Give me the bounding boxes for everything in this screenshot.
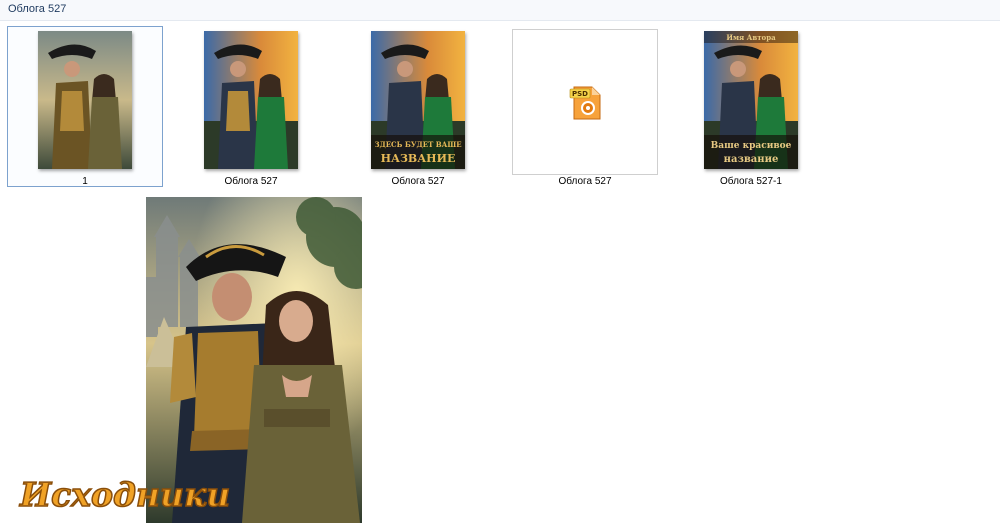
address-bar[interactable]: Облога 527: [0, 0, 1000, 21]
svg-text:Исходники: Исходники: [19, 475, 230, 514]
file-tile-4[interactable]: PSD Облога 527: [507, 26, 663, 187]
breadcrumb[interactable]: Облога 527: [8, 3, 66, 15]
cover-title-bottom: название: [724, 154, 779, 165]
cover-thumbnail: ЗДЕСЬ БУДЕТ ВАШЕ НАЗВАНИЕ: [371, 31, 465, 169]
watermark-logo: Исходники: [18, 474, 231, 515]
file-tile-3[interactable]: ЗДЕСЬ БУДЕТ ВАШЕ НАЗВАНИЕ Облога 527: [340, 26, 496, 187]
psd-file-preview: PSD: [512, 29, 658, 175]
file-label: Облога 527: [224, 176, 278, 187]
cover-title-top: Ваше красивое: [711, 141, 792, 151]
cover-title-bottom: НАЗВАНИЕ: [381, 152, 456, 165]
cover-thumbnail: [204, 31, 298, 169]
file-tile-5[interactable]: Имя Автора Ваше красивое название Облога…: [673, 26, 829, 187]
file-tile-1[interactable]: 1: [7, 26, 163, 187]
cover-thumbnail: [38, 31, 132, 169]
svg-text:PSD: PSD: [572, 90, 588, 98]
file-tile-2[interactable]: Облога 527: [173, 26, 329, 187]
cover-title-top: ЗДЕСЬ БУДЕТ ВАШЕ: [374, 140, 461, 149]
cover-author: Имя Автора: [726, 33, 776, 42]
file-label: Облога 527: [391, 176, 445, 187]
file-label: Облога 527: [558, 176, 612, 187]
cover-thumbnail: Имя Автора Ваше красивое название: [704, 31, 798, 169]
psd-file-icon: PSD: [569, 86, 601, 120]
file-label: Облога 527-1: [720, 176, 782, 187]
file-label: 1: [82, 176, 88, 187]
